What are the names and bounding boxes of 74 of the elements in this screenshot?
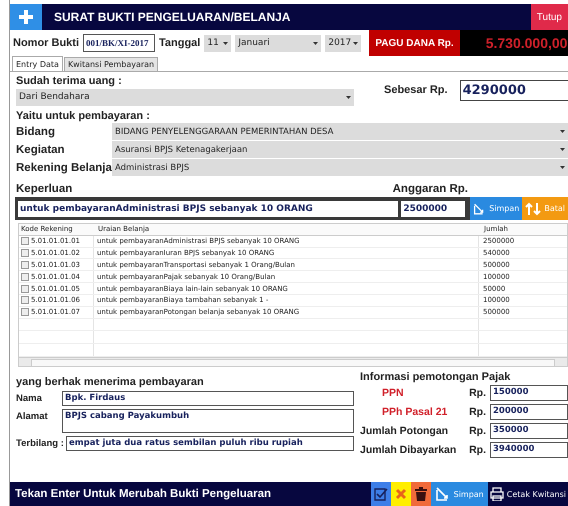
currency-label: Rp. (469, 387, 486, 399)
field-label: Jumlah Potongan (360, 425, 450, 437)
input-field[interactable]: BPJS cabang Payakumbuh (62, 409, 354, 433)
field-label: Keperluan (16, 183, 72, 195)
amount-field[interactable]: 350000 (490, 423, 568, 439)
field-label: PPN (381, 387, 405, 399)
budget-label: PAGU DANA Rp. (369, 30, 460, 56)
currency-label: Rp. (469, 406, 486, 418)
section-label: Sudah terima uang : (16, 74, 123, 86)
field-label: Nama (16, 392, 43, 404)
amount-field[interactable]: 150000 (490, 385, 568, 401)
field-label: Bidang (16, 126, 56, 138)
amount-field[interactable]: 3940000 (490, 442, 568, 458)
checkbox[interactable] (21, 260, 29, 269)
caret-icon (353, 42, 358, 44)
caret-icon (560, 148, 565, 151)
dropdown[interactable]: BIDANG PENYELENGGARAAN PEMERINTAHAN DESA (112, 123, 568, 140)
currency-label: Rp. (469, 425, 486, 437)
amount-field[interactable]: 2500000 (401, 200, 466, 216)
save-button[interactable]: Simpan (470, 197, 522, 220)
budget-value: 5.730.000,00 (460, 30, 568, 56)
dropdown[interactable]: 2017 (325, 34, 362, 52)
amount-field[interactable]: 200000 (490, 404, 568, 420)
section-label: Yaitu untuk pembayaran : (16, 110, 151, 122)
checkbox[interactable] (21, 284, 29, 293)
checkbox[interactable] (21, 237, 29, 246)
printer-icon (490, 487, 504, 501)
checkbox[interactable] (21, 249, 29, 258)
field-label: Terbilang : (16, 437, 65, 449)
add-button[interactable] (10, 4, 42, 30)
delete-button[interactable] (410, 482, 431, 506)
dropdown[interactable]: Dari Bendahara (16, 88, 354, 106)
checkbox[interactable] (21, 296, 29, 304)
field-label: PPh Pasal 21 (381, 406, 448, 418)
section-label: Informasi pemotongan Pajak (360, 371, 512, 383)
tab[interactable]: Entry Data (12, 56, 63, 71)
field-label: Kegiatan (16, 144, 66, 156)
field-label: Anggaran Rp. (392, 183, 468, 195)
swap-icon (525, 202, 542, 216)
section-label: yang berhak menerima pembayaran (16, 376, 205, 388)
amount-field[interactable]: 4290000 (460, 80, 568, 100)
dropdown[interactable]: Asuransi BPJS Ketenagakerjaan (112, 141, 568, 158)
input-field[interactable]: empat juta dua ratus sembilan puluh ribu rupiah (66, 436, 354, 451)
caret-icon (346, 96, 351, 98)
input-field[interactable]: Bpk. Firdaus (62, 391, 354, 406)
input-field[interactable]: untuk pembayaranAdministrasi BPJS sebanyak 10 ORANG (18, 200, 398, 216)
trash-icon (414, 487, 427, 501)
close-button[interactable]: Tutup (530, 4, 568, 30)
field-label: Jumlah Dibayarkan (360, 444, 458, 456)
plus-icon (18, 9, 34, 25)
dropdown[interactable]: 11 (204, 34, 232, 52)
field-label: Tanggal (159, 37, 200, 49)
edit-icon (434, 486, 451, 502)
caret-icon (223, 42, 228, 44)
input-field[interactable]: 001/BK/XI-2017 (83, 34, 155, 52)
dropdown[interactable]: Administrasi BPJS (112, 159, 568, 176)
currency-label: Rp. (469, 444, 486, 456)
check-button[interactable] (370, 482, 391, 506)
status-text: Tekan Enter Untuk Merubah Bukti Pengeluaran (14, 488, 272, 500)
field-label: Nomor Bukti (13, 37, 79, 49)
close-icon (394, 488, 407, 500)
tab[interactable]: Kwitansi Pembayaran (64, 57, 158, 71)
field-label: Sebesar Rp. (384, 84, 448, 96)
checkbox[interactable] (21, 272, 29, 281)
checkbox-icon (374, 487, 388, 501)
dropdown[interactable]: Januari (235, 34, 322, 52)
checkbox[interactable] (21, 308, 29, 316)
caret-icon (313, 42, 318, 44)
field-label: Rekening Belanja (16, 162, 112, 174)
save-button[interactable]: Simpan (430, 482, 488, 506)
field-label: Alamat (16, 410, 49, 422)
caret-icon (560, 130, 565, 133)
caret-icon (560, 166, 565, 169)
window-title: SURAT BUKTI PENGELUARAN/BELANJA (54, 10, 292, 24)
